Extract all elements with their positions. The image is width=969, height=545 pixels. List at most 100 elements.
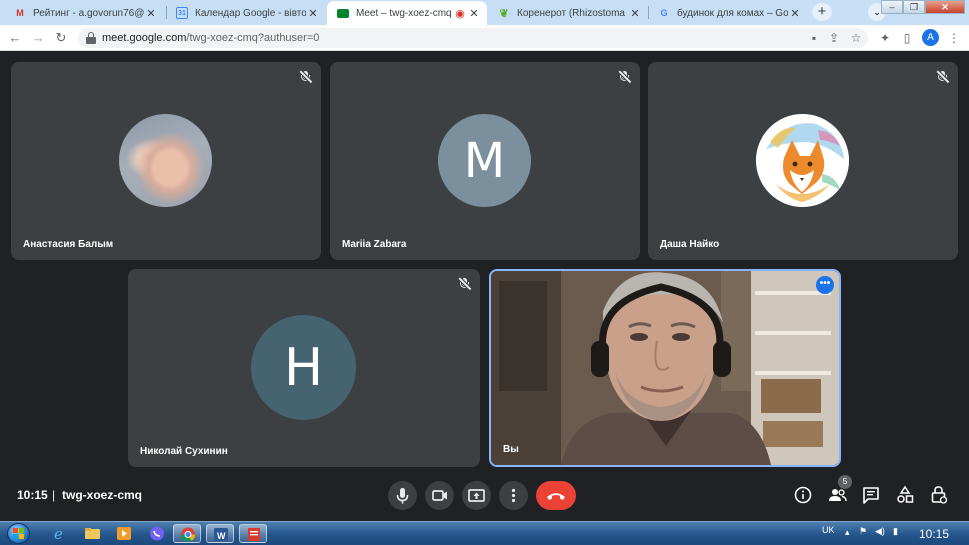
participant-tile[interactable]: Даша Найко xyxy=(648,62,958,260)
keyboard-language[interactable]: UK xyxy=(822,525,835,535)
avatar: H xyxy=(251,315,356,420)
pdf-reader-icon[interactable] xyxy=(239,524,267,543)
vertical-dots-icon xyxy=(511,488,516,503)
present-screen-button[interactable] xyxy=(462,481,491,510)
participant-tile[interactable]: H Николай Сухинин xyxy=(128,269,480,467)
share-icon[interactable]: ⇪ xyxy=(826,30,842,46)
activities-button[interactable] xyxy=(894,484,916,506)
profile-avatar[interactable]: A xyxy=(922,29,939,46)
svg-text:e: e xyxy=(54,525,63,543)
tab-title: Коренерот (Rhizostoma pulmo) xyxy=(517,7,628,19)
chrome-icon[interactable] xyxy=(173,524,201,543)
reload-icon[interactable]: ↻ xyxy=(52,29,70,47)
lock-person-icon xyxy=(931,486,948,504)
fox-drawing-icon xyxy=(756,114,849,207)
host-controls-button[interactable] xyxy=(928,484,950,506)
more-options-button[interactable] xyxy=(499,481,528,510)
tab-wiki[interactable]: ❦ Коренерот (Rhizostoma pulmo) ✕ xyxy=(488,1,648,25)
file-explorer-icon[interactable] xyxy=(78,524,106,543)
mic-off-icon xyxy=(936,70,950,84)
present-screen-icon xyxy=(468,489,485,502)
participant-name: Mariia Zabara xyxy=(342,239,407,250)
participant-tile[interactable]: M Mariia Zabara xyxy=(330,62,640,260)
bookmark-star-icon[interactable]: ☆ xyxy=(848,30,864,46)
volume-icon[interactable]: ◀) xyxy=(875,526,885,537)
leave-call-button[interactable] xyxy=(536,481,576,510)
meet-control-bar: 10:15 | twg-xoez-cmq 5 xyxy=(0,470,969,521)
side-panel-icon[interactable]: ▯ xyxy=(899,30,915,46)
os-taskbar: e W UK ▴ ⚑ ◀) ▮ 10:15 xyxy=(0,521,969,545)
participant-name: Даша Найко xyxy=(660,239,720,250)
tab-strip: M Рейтинг - a.govorun76@gmail.co ✕ 31 Ка… xyxy=(0,0,969,25)
avatar: M xyxy=(438,114,531,207)
google-icon: G xyxy=(660,8,668,18)
mic-off-icon xyxy=(618,70,632,84)
tab-title: Календар Google - вівторок, 28 xyxy=(195,7,306,19)
tab-calendar[interactable]: 31 Календар Google - вівторок, 28 ✕ xyxy=(166,1,326,25)
taskbar-clock[interactable]: 10:15 xyxy=(919,527,949,541)
system-tray: UK ▴ ⚑ ◀) ▮ 10:15 xyxy=(819,522,969,545)
battery-icon[interactable]: ▮ xyxy=(893,526,898,537)
word-icon[interactable]: W xyxy=(206,524,234,543)
meet-icon xyxy=(337,8,349,18)
more-options-icon[interactable]: ••• xyxy=(816,276,834,294)
windows-start-icon[interactable] xyxy=(7,523,30,544)
windows-logo-icon xyxy=(13,528,24,539)
menu-dots-icon[interactable]: ⋮ xyxy=(946,30,962,46)
tab-gmail[interactable]: M Рейтинг - a.govorun76@gmail.co ✕ xyxy=(4,1,164,25)
media-player-icon[interactable] xyxy=(110,524,138,543)
tab-title: Рейтинг - a.govorun76@gmail.co xyxy=(33,7,144,19)
action-center-flag-icon[interactable]: ⚑ xyxy=(859,526,867,537)
extensions-icon[interactable]: ✦ xyxy=(877,30,893,46)
tab-google[interactable]: G будинок для комах – Google По ✕ xyxy=(648,1,808,25)
forward-arrow-icon[interactable]: → xyxy=(29,29,47,47)
viber-icon[interactable] xyxy=(143,524,171,543)
address-bar[interactable]: meet.google.com/twg-xoez-cmq?authuser=0 … xyxy=(78,28,868,48)
microphone-icon xyxy=(396,488,409,504)
recording-icon: ◉ xyxy=(455,7,465,20)
lock-icon[interactable] xyxy=(86,32,96,44)
close-tab-icon[interactable]: ✕ xyxy=(144,7,158,20)
camera-in-use-icon[interactable]: ▪ xyxy=(806,30,822,46)
close-tab-icon[interactable]: ✕ xyxy=(788,7,802,20)
meeting-details-button[interactable] xyxy=(792,484,814,506)
internet-explorer-icon[interactable]: e xyxy=(45,524,73,543)
minimize-button[interactable]: – xyxy=(881,0,903,14)
window-controls: – ❐ ✕ xyxy=(881,0,965,14)
participant-count-badge: 5 xyxy=(838,475,852,489)
tab-meet[interactable]: Meet – twg-xoez-cmq ◉ ✕ xyxy=(327,1,487,25)
close-tab-icon[interactable]: ✕ xyxy=(467,7,481,20)
tab-title: Meet – twg-xoez-cmq xyxy=(356,7,452,19)
camera-button[interactable] xyxy=(425,481,454,510)
back-arrow-icon[interactable]: ← xyxy=(6,29,24,47)
meet-stage: Анастасия Балым M Mariia Zabara Даша Най… xyxy=(0,52,969,470)
new-tab-button[interactable]: + xyxy=(812,3,832,21)
participant-tile[interactable]: Анастасия Балым xyxy=(11,62,321,260)
self-video-tile[interactable]: ••• Вы xyxy=(489,269,841,467)
avatar xyxy=(119,114,212,207)
browser-toolbar: ← → ↻ meet.google.com/twg-xoez-cmq?authu… xyxy=(0,25,969,51)
show-hidden-icons-arrow-icon[interactable]: ▴ xyxy=(845,527,850,538)
participant-name: Анастасия Балым xyxy=(23,239,114,250)
gmail-icon: M xyxy=(16,8,24,18)
meeting-code: twg-xoez-cmq xyxy=(62,488,143,502)
chat-button[interactable] xyxy=(860,484,882,506)
restore-button[interactable]: ❐ xyxy=(903,0,925,14)
participant-name: Вы xyxy=(503,444,519,455)
svg-text:W: W xyxy=(217,531,226,541)
avatar xyxy=(756,114,849,207)
close-tab-icon[interactable]: ✕ xyxy=(306,7,320,20)
close-tab-icon[interactable]: ✕ xyxy=(628,7,642,20)
mic-off-icon xyxy=(299,70,313,84)
mic-off-icon xyxy=(458,277,472,291)
info-icon xyxy=(794,486,812,504)
divider: | xyxy=(52,488,56,502)
participant-name: Николай Сухинин xyxy=(140,446,228,457)
window-close-button[interactable]: ✕ xyxy=(925,0,965,14)
microphone-button[interactable] xyxy=(388,481,417,510)
url-text[interactable]: meet.google.com/twg-xoez-cmq?authuser=0 xyxy=(102,32,319,44)
plant-icon: ❦ xyxy=(499,7,509,20)
meeting-clock: 10:15 xyxy=(17,488,48,502)
activities-shapes-icon xyxy=(897,485,914,503)
hang-up-phone-icon xyxy=(547,493,565,500)
